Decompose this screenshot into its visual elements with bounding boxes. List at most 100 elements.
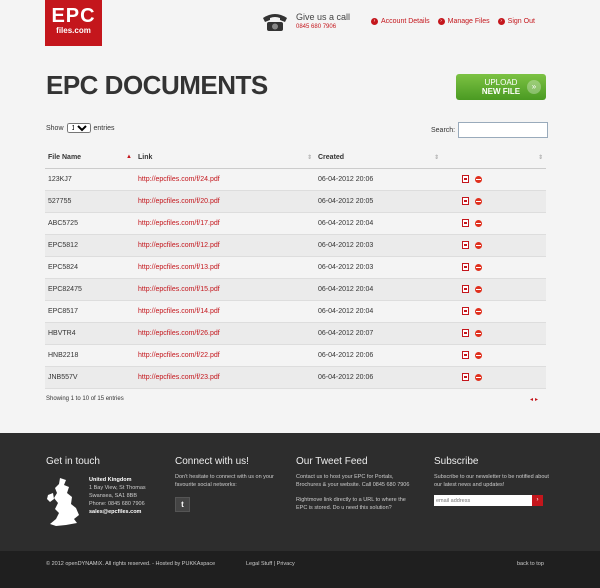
col-created[interactable]: Created ⇕ [315,148,442,169]
created-cell: 06-04-2012 20:06 [315,168,442,191]
delete-icon[interactable] [475,307,482,315]
table-header-row: File Name ▲ Link ⇕ Created ⇕ ⇕ [45,148,546,169]
created-cell: 06-04-2012 20:04 [315,278,442,301]
file-name-cell: EPC8517 [45,300,135,323]
pdf-icon[interactable] [462,307,469,315]
actions-cell [442,344,546,367]
back-to-top-link[interactable]: back to top [517,561,544,567]
nav-label: Manage Files [447,18,490,25]
address-line1: 1 Bay View, St Thomas [89,485,146,491]
nav-label: Account Details [381,18,430,25]
table-row: EPC8517 http://epcfiles.com/f/14.pdf 06-04… [45,300,546,323]
pdf-icon[interactable] [462,373,469,381]
pdf-icon[interactable] [462,197,469,205]
table-body: 123KJ7 http://epcfiles.com/f/24.pdf 06-04-… [45,168,546,389]
col-actions[interactable]: ⇕ [442,148,546,169]
telephone-icon [263,14,287,31]
search-control: Search: [431,122,549,138]
sort-asc-icon: ▲ [126,154,132,160]
table-row: EPC82475 http://epcfiles.com/f/15.pdf 06-0… [45,278,546,301]
header: EPC files.com Give us a call 0845 680 79… [0,0,600,62]
file-link[interactable]: http://epcfiles.com/f/14.pdf [135,300,315,323]
address-phone: Phone: 0845 680 7906 [89,501,145,507]
actions-cell [442,212,546,235]
legal-links[interactable]: Legal Stuff | Privacy [246,561,295,567]
subscribe-form: › [434,495,552,506]
file-link[interactable]: http://epcfiles.com/f/24.pdf [135,168,315,191]
arrow-icon: › [371,18,378,25]
file-link[interactable]: http://epcfiles.com/f/23.pdf [135,366,315,389]
actions-cell [442,300,546,323]
pdf-icon[interactable] [462,329,469,337]
col-file-name[interactable]: File Name ▲ [45,148,135,169]
copyright: © 2012 openDYNAMiX. All rights reserved.… [46,561,216,567]
top-nav: › Account Details › Manage Files › Sign Out [371,18,535,25]
next-page-icon[interactable]: ▸ [535,396,538,403]
delete-icon[interactable] [475,219,482,227]
connect-text: Don't hesitate to connect with us on you… [175,474,274,488]
file-link[interactable]: http://epcfiles.com/f/15.pdf [135,278,315,301]
sort-icon: ⇕ [433,155,439,161]
delete-icon[interactable] [475,197,482,205]
delete-icon[interactable] [475,285,482,293]
showing-info: Showing 1 to 10 of 15 entries [46,396,124,402]
pdf-icon[interactable] [462,351,469,359]
file-link[interactable]: http://epcfiles.com/f/26.pdf [135,322,315,345]
entries-label: entries [93,124,115,132]
entries-select[interactable]: 10 [66,123,91,133]
delete-icon[interactable] [475,329,482,337]
delete-icon[interactable] [475,175,482,183]
arrow-icon: › [437,18,445,25]
address-line2: Swansea, SA1 8BB [89,493,138,499]
col-link[interactable]: Link ⇕ [135,148,315,169]
pdf-icon[interactable] [462,241,469,249]
bottom-bar: © 2012 openDYNAMiX. All rights reserved.… [0,551,600,588]
give-us-call: Give us a call [296,12,351,22]
actions-cell [442,168,546,191]
twitter-icon[interactable]: t [175,497,190,512]
created-cell: 06-04-2012 20:03 [315,234,442,257]
actions-cell [442,322,546,345]
subscribe-button[interactable]: › [532,495,543,506]
upload-new-file-button[interactable]: UPLOAD NEW FILE » [456,74,546,100]
sort-icon: ⇕ [306,155,312,161]
header-label: Link [138,154,153,162]
footer-heading: Our Tweet Feed [296,456,368,467]
delete-icon[interactable] [475,241,482,249]
table-row: HNB2218 http://epcfiles.com/f/22.pdf 06-04… [45,344,546,367]
address-block: United Kingdom 1 Bay View, St Thomas Swa… [89,476,146,516]
pdf-icon[interactable] [462,263,469,271]
double-chevron-right-icon: » [527,80,541,94]
pdf-icon[interactable] [462,175,469,183]
table-row: 123KJ7 http://epcfiles.com/f/24.pdf 06-04-… [45,168,546,191]
email-field[interactable] [434,495,532,506]
arrow-icon: › [497,18,505,25]
prev-page-icon[interactable]: ◂ [530,396,533,403]
table-row: ABC5725 http://epcfiles.com/f/17.pdf 06-04… [45,212,546,235]
delete-icon[interactable] [475,351,482,359]
address-name: United Kingdom [89,477,132,483]
file-link[interactable]: http://epcfiles.com/f/13.pdf [135,256,315,279]
pdf-icon[interactable] [462,285,469,293]
delete-icon[interactable] [475,373,482,381]
address-email[interactable]: sales@epcfiles.com [89,509,141,515]
file-link[interactable]: http://epcfiles.com/f/22.pdf [135,344,315,367]
created-cell: 06-04-2012 20:06 [315,366,442,389]
file-link[interactable]: http://epcfiles.com/f/12.pdf [135,234,315,257]
file-name-cell: EPC82475 [45,278,135,301]
footer-connect: Connect with us! Don't hesitate to conne… [175,456,285,512]
logo[interactable]: EPC files.com [45,0,102,46]
search-label: Search: [431,126,456,134]
footer-heading: Connect with us! [175,456,249,467]
footer-heading: Subscribe [434,456,479,467]
nav-sign-out[interactable]: › Sign Out [497,18,535,25]
file-link[interactable]: http://epcfiles.com/f/20.pdf [135,190,315,213]
file-link[interactable]: http://epcfiles.com/f/17.pdf [135,212,315,235]
nav-manage-files[interactable]: › Manage Files [437,18,490,25]
search-input[interactable] [458,122,549,138]
created-cell: 06-04-2012 20:06 [315,344,442,367]
nav-account-details[interactable]: › Account Details [371,18,430,25]
header-phone: 0845 680 7906 [296,24,337,30]
delete-icon[interactable] [475,263,482,271]
pdf-icon[interactable] [462,219,469,227]
